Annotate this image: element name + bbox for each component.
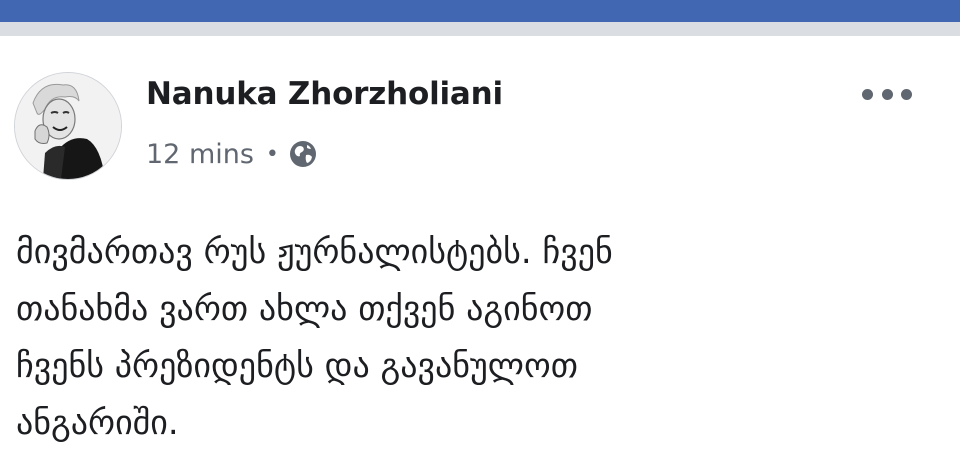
profile-photo xyxy=(15,73,121,179)
avatar[interactable] xyxy=(14,72,122,180)
post-timestamp[interactable]: 12 mins xyxy=(146,139,254,170)
globe-icon[interactable] xyxy=(288,139,318,169)
dot-icon xyxy=(881,88,893,100)
post-text-line: ანგარიში. xyxy=(16,403,179,443)
dot-icon xyxy=(862,88,873,100)
feed-separator xyxy=(0,22,960,36)
author-name[interactable]: Nanuka Zhorzholiani xyxy=(146,76,503,112)
post-text-line: მივმართავ რუს ჟურნალისტებს. ჩვენ xyxy=(16,232,613,272)
meta-separator: • xyxy=(265,141,279,167)
more-options-icon[interactable] xyxy=(862,82,912,106)
post-text-line: ჩვენს პრეზიდენტს და გავანულოთ xyxy=(16,346,578,386)
dot-icon xyxy=(901,88,912,100)
post-meta: 12 mins • xyxy=(146,136,318,172)
post-text: მივმართავ რუს ჟურნალისტებს. ჩვენ თანახმა… xyxy=(16,224,916,452)
top-navigation-bar xyxy=(0,0,960,22)
post-text-line: თანახმა ვართ ახლა თქვენ აგინოთ xyxy=(16,289,593,329)
